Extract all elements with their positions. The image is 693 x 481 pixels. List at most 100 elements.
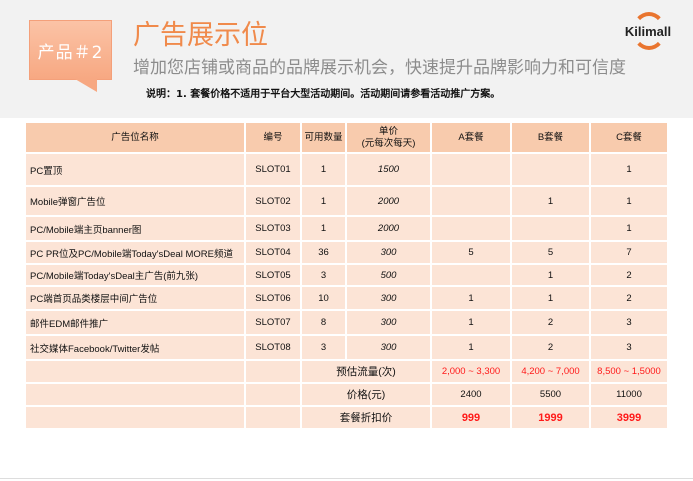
table-row: Mobile弹窗广告位 SLOT02 1 2000 1 1 <box>24 185 669 217</box>
column-header: B套餐 <box>510 121 591 154</box>
summary-label: 预估流量(次) <box>300 359 432 384</box>
table-cell <box>430 185 512 217</box>
table-cell: 1 <box>589 152 669 187</box>
empty-cell <box>24 382 246 407</box>
table-cell <box>510 215 591 242</box>
table-cell <box>430 263 512 287</box>
table-cell: 2 <box>589 285 669 311</box>
table-cell: 1 <box>510 263 591 287</box>
table-row: 邮件EDM邮件推广 SLOT07 8 300 1 2 3 <box>24 309 669 336</box>
summary-value: 2,000 ~ 3,300 <box>430 359 512 384</box>
column-header: 编号 <box>244 121 302 154</box>
table-cell: 8 <box>300 309 347 336</box>
table-cell: PC PR位及PC/Mobile端Today'sDeal MORE频道 <box>24 240 246 265</box>
table-cell: 1 <box>430 309 512 336</box>
table-cell <box>430 152 512 187</box>
table-cell: SLOT03 <box>244 215 302 242</box>
empty-cell <box>244 405 302 430</box>
table-cell: 300 <box>345 334 432 361</box>
table-row: PC置顶 SLOT01 1 1500 1 <box>24 152 669 187</box>
divider <box>0 478 693 479</box>
table-row: 社交媒体Facebook/Twitter发帖 SLOT08 3 300 1 2 3 <box>24 334 669 361</box>
table-cell: PC/Mobile端主页banner图 <box>24 215 246 242</box>
table-cell <box>510 152 591 187</box>
table-row: PC端首页品类楼层中间广告位 SLOT06 10 300 1 1 2 <box>24 285 669 311</box>
summary-value: 1999 <box>510 405 591 430</box>
table-cell: 1 <box>510 285 591 311</box>
table-cell: 5 <box>510 240 591 265</box>
summary-row: 价格(元) 2400 5500 11000 <box>24 382 669 407</box>
table-cell: PC置顶 <box>24 152 246 187</box>
table-row: PC PR位及PC/Mobile端Today'sDeal MORE频道 SLOT0… <box>24 240 669 265</box>
summary-value: 5500 <box>510 382 591 407</box>
table-cell: 邮件EDM邮件推广 <box>24 309 246 336</box>
table-cell: 3 <box>300 334 347 361</box>
empty-cell <box>244 359 302 384</box>
table-cell: 2000 <box>345 215 432 242</box>
page-title: 广告展示位 <box>133 20 268 51</box>
table-row: PC/Mobile端主页banner图 SLOT03 1 2000 1 <box>24 215 669 242</box>
table-cell: 社交媒体Facebook/Twitter发帖 <box>24 334 246 361</box>
table-cell: 10 <box>300 285 347 311</box>
badge-tail <box>75 79 97 92</box>
table-cell: 3 <box>300 263 347 287</box>
ad-slot-table: 广告位名称 编号 可用数量 单价 (元每次每天) A套餐 B套餐 C套餐 PC置顶 SLOT0… <box>24 121 669 430</box>
product-badge: 产品＃2 <box>29 20 112 80</box>
table-cell: 5 <box>430 240 512 265</box>
summary-value: 11000 <box>589 382 669 407</box>
table-cell: SLOT06 <box>244 285 302 311</box>
table-cell: 2000 <box>345 185 432 217</box>
table-cell: PC端首页品类楼层中间广告位 <box>24 285 246 311</box>
column-header: C套餐 <box>589 121 669 154</box>
kilimall-logo: Kilimall <box>612 10 684 52</box>
empty-cell <box>24 405 246 430</box>
summary-label: 套餐折扣价 <box>300 405 432 430</box>
table-cell: 1 <box>510 185 591 217</box>
table-cell: SLOT02 <box>244 185 302 217</box>
summary-row: 套餐折扣价 999 1999 3999 <box>24 405 669 430</box>
table-cell: 1500 <box>345 152 432 187</box>
table-cell: 1 <box>300 185 347 217</box>
note-text: 说明：1. 套餐价格不适用于平台大型活动期间。活动期间请参看活动推广方案。 <box>146 89 501 100</box>
table-cell: Mobile弹窗广告位 <box>24 185 246 217</box>
table-cell: 7 <box>589 240 669 265</box>
table-cell: SLOT04 <box>244 240 302 265</box>
summary-value: 8,500 ~ 1,5000 <box>589 359 669 384</box>
summary-value: 4,200 ~ 7,000 <box>510 359 591 384</box>
table-cell: 300 <box>345 309 432 336</box>
table-cell: 2 <box>510 309 591 336</box>
empty-cell <box>24 359 246 384</box>
table-cell: 1 <box>430 334 512 361</box>
column-header: 广告位名称 <box>24 121 246 154</box>
table-cell: SLOT08 <box>244 334 302 361</box>
table-cell: 1 <box>589 215 669 242</box>
summary-label: 价格(元) <box>300 382 432 407</box>
table-cell: SLOT01 <box>244 152 302 187</box>
summary-value: 2400 <box>430 382 512 407</box>
column-header: 可用数量 <box>300 121 347 154</box>
empty-cell <box>244 382 302 407</box>
table-cell: 2 <box>589 263 669 287</box>
table-cell: 3 <box>589 334 669 361</box>
page-subtitle: 增加您店铺或商品的品牌展示机会，快速提升品牌影响力和可信度 <box>133 58 626 78</box>
table-cell <box>430 215 512 242</box>
summary-value: 3999 <box>589 405 669 430</box>
table-cell: 1 <box>589 185 669 217</box>
table-cell: PC/Mobile端Today'sDeal主广告(前九张) <box>24 263 246 287</box>
table-row: PC/Mobile端Today'sDeal主广告(前九张) SLOT05 3 500 1… <box>24 263 669 287</box>
table-cell: 300 <box>345 240 432 265</box>
table-cell: 1 <box>300 152 347 187</box>
column-header: 单价 (元每次每天) <box>345 121 432 154</box>
table-cell: 1 <box>300 215 347 242</box>
table-cell: 500 <box>345 263 432 287</box>
table-cell: 36 <box>300 240 347 265</box>
column-header: A套餐 <box>430 121 512 154</box>
table-cell: 2 <box>510 334 591 361</box>
logo-text: Kilimall <box>624 24 672 39</box>
table-cell: 3 <box>589 309 669 336</box>
summary-row: 预估流量(次) 2,000 ~ 3,300 4,200 ~ 7,000 8,500 ~… <box>24 359 669 384</box>
table-cell: SLOT05 <box>244 263 302 287</box>
table-cell: 300 <box>345 285 432 311</box>
table-cell: 1 <box>430 285 512 311</box>
table-cell: SLOT07 <box>244 309 302 336</box>
